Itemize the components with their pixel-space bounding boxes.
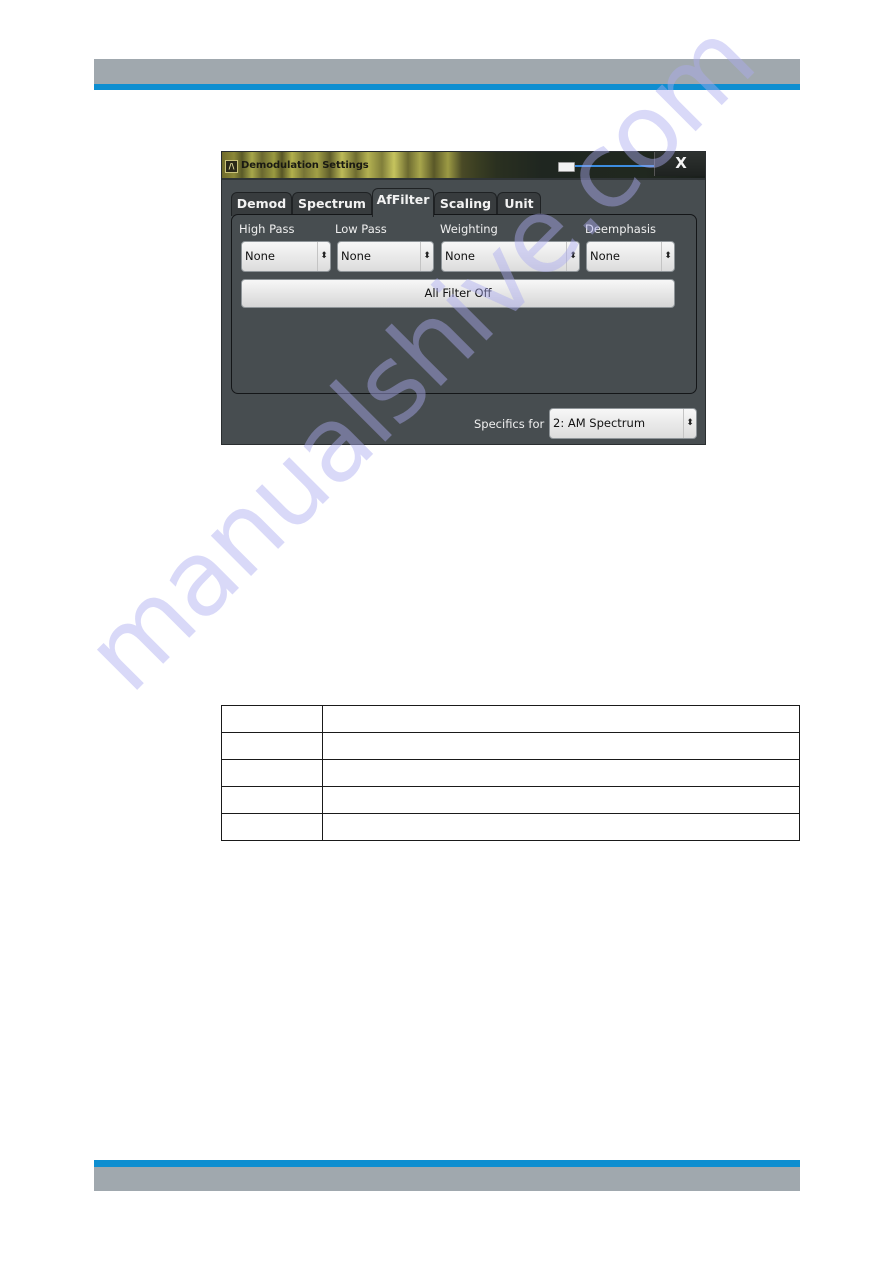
table-row [221,732,800,760]
table-cell [221,759,323,787]
page-footer-accent [94,1160,800,1167]
dialog-titlebar[interactable]: /\ Demodulation Settings X [222,152,705,180]
transparency-slider-track[interactable] [574,165,654,167]
deemphasis-value: None [590,249,621,263]
page-header-bar [94,59,800,84]
table-cell [322,705,800,733]
tab-demod[interactable]: Demod [231,192,292,216]
close-icon: X [675,154,687,172]
table-cell [221,732,323,760]
transparency-slider-handle[interactable] [558,162,575,172]
low-pass-select[interactable]: None ⬍ [337,241,434,272]
weighting-value: None [445,249,476,263]
table-cell [221,705,323,733]
empty-table [221,705,800,841]
select-arrows-icon: ⬍ [683,409,696,438]
specifics-for-select[interactable]: 2: AM Spectrum ⬍ [549,408,697,439]
low-pass-label: Low Pass [335,222,387,236]
select-arrows-icon: ⬍ [661,242,674,271]
demodulation-settings-dialog: /\ Demodulation Settings X Demod Spectru… [221,151,706,445]
tab-unit[interactable]: Unit [497,192,541,216]
select-arrows-icon: ⬍ [317,242,330,271]
table-row [221,759,800,787]
specifics-for-label: Specifics for [474,417,545,431]
dialog-title: Demodulation Settings [241,160,369,171]
select-arrows-icon: ⬍ [420,242,433,271]
table-row [221,813,800,841]
page-footer-bar [94,1167,800,1191]
table-cell [322,813,800,841]
tab-spectrum[interactable]: Spectrum [292,192,372,216]
close-button[interactable]: X [654,152,705,176]
weighting-select[interactable]: None ⬍ [441,241,580,272]
table-cell [322,786,800,814]
select-arrows-icon: ⬍ [566,242,579,271]
high-pass-select[interactable]: None ⬍ [241,241,331,272]
tab-scaling[interactable]: Scaling [434,192,497,216]
high-pass-label: High Pass [239,222,295,236]
rs-logo-icon: /\ [225,160,238,173]
page-header-accent [94,84,800,90]
deemphasis-select[interactable]: None ⬍ [586,241,675,272]
table-cell [221,813,323,841]
table-cell [322,759,800,787]
specifics-for-value: 2: AM Spectrum [553,416,646,430]
tab-affilter[interactable]: AfFilter [372,188,434,217]
table-row [221,786,800,814]
table-cell [322,732,800,760]
table-cell [221,786,323,814]
low-pass-value: None [341,249,372,263]
all-filter-off-button[interactable]: All Filter Off [241,279,675,308]
high-pass-value: None [245,249,276,263]
weighting-label: Weighting [440,222,498,236]
table-row [221,705,800,733]
deemphasis-label: Deemphasis [585,222,657,236]
